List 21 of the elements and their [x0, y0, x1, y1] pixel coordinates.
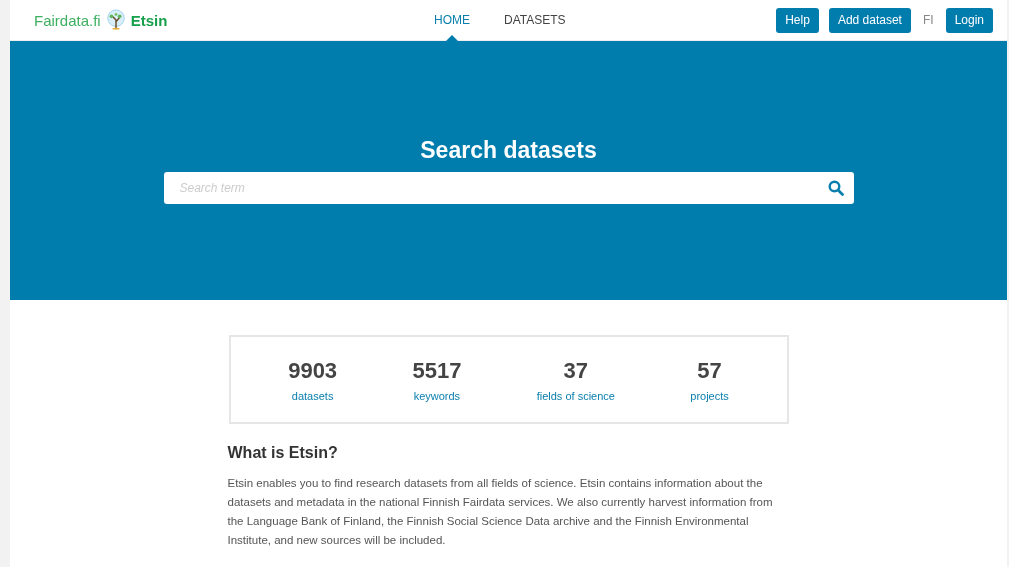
stat-link[interactable]: projects	[690, 389, 729, 402]
add-dataset-button[interactable]: Add dataset	[828, 7, 911, 33]
stat-link[interactable]: keywords	[413, 389, 461, 402]
login-button[interactable]: Login	[945, 7, 993, 33]
etsin-logo-text[interactable]: Etsin	[130, 11, 168, 29]
help-button[interactable]: Help	[776, 7, 819, 33]
search-icon[interactable]	[827, 180, 844, 196]
hero-title: Search datasets	[420, 137, 597, 164]
section-heading: What is Etsin?	[227, 444, 339, 462]
language-link[interactable]: FI	[920, 13, 936, 27]
about-paragraph: Etsin enables you to find research datasets from all fields of science. Etsin contains information about the datasets and metadata in the national Finnish Fairdata services. We also currently harvest information from the Language Bank of Finland, the Finnish Social Science Data archive and the Finnish Environmental Institute, and new sources will be included.	[227, 476, 774, 548]
stat-value: 9903	[288, 357, 338, 384]
tree-logo-icon	[104, 9, 127, 31]
stat-value: 57	[697, 357, 722, 384]
stat-value: 37	[563, 357, 589, 384]
stat-value: 5517	[412, 357, 462, 384]
nav-tab[interactable]: HOME	[434, 0, 470, 41]
nav-tab[interactable]: DATASETS	[504, 0, 566, 41]
stat-link[interactable]: fields of science	[536, 389, 615, 402]
fairdata-logo-text[interactable]: Fairdata.fi	[34, 11, 101, 29]
stat-link[interactable]: datasets	[291, 389, 334, 402]
